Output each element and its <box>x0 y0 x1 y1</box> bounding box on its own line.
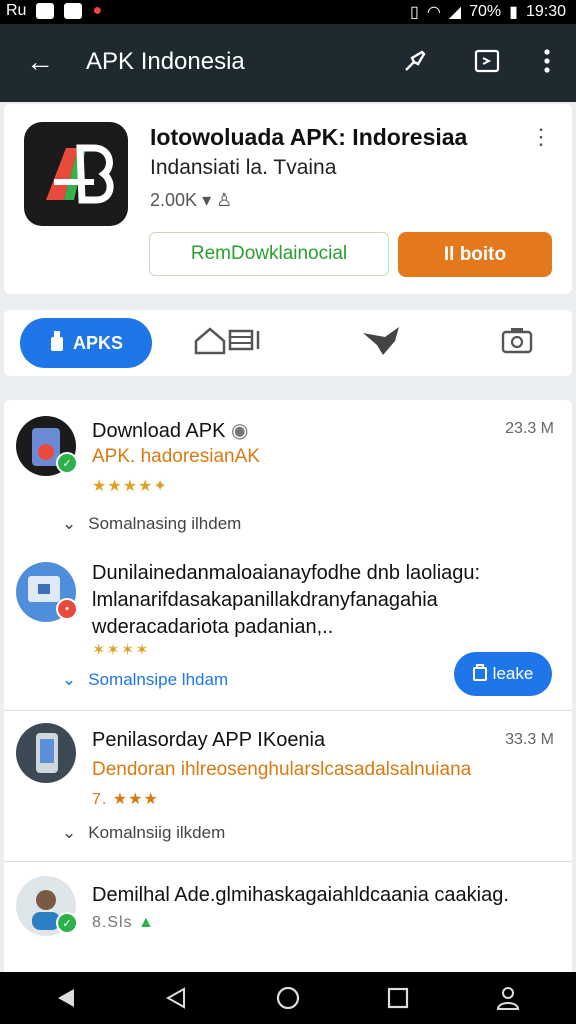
verified-icon: ✓ <box>56 452 78 474</box>
item-subtitle: APK. hadoresianAK <box>92 446 260 467</box>
file-size: 33.3 M <box>505 731 554 748</box>
rating: 8.Sls ▲ <box>92 914 155 932</box>
item-title: Penilasorday APP IKoenia <box>92 729 326 751</box>
info-icon: ◉ <box>230 420 249 442</box>
signal-icon: ◢ <box>448 4 462 21</box>
list-item[interactable]: ✓ Download APK ◉ 23.3 M APK. hadoresianA… <box>4 400 572 552</box>
share-icon[interactable] <box>400 46 430 76</box>
avatar: ✓ <box>16 416 78 476</box>
home-list-icon <box>192 323 262 363</box>
item-description: Dunilainedanmaloaianayfodhe dnb laoliagu… <box>92 560 480 641</box>
status-left-text: Ru <box>6 2 27 19</box>
avatar <box>16 723 76 783</box>
bottle-icon <box>49 330 65 357</box>
camera-icon <box>500 325 534 361</box>
item-title: Download APK <box>92 420 226 442</box>
tab-apks[interactable]: APKS <box>20 318 152 368</box>
status-bar: Ru ● ▯ ◠ ◢ 70% ▮ 19:30 <box>0 0 576 24</box>
list-item[interactable]: • Dunilainedanmaloaianayfodhe dnb laolia… <box>4 552 572 710</box>
app-meta: 2.00K ▾ ♙ <box>150 190 232 211</box>
expand-row[interactable]: ⌄ Somalnsipe lhdam <box>62 670 228 690</box>
app-header-card: Iotowoluada APK: Indoresiaa Indansiati l… <box>4 104 572 294</box>
thumbs-icon: ♙ <box>216 190 233 210</box>
download-count: 2.00K <box>150 190 198 210</box>
secondary-download-button[interactable]: RemDowklainocial <box>149 232 389 276</box>
bag-icon <box>472 663 487 686</box>
avatar: • <box>16 562 78 622</box>
dropdown-icon[interactable]: ▾ <box>202 190 216 210</box>
overflow-menu-icon[interactable] <box>532 46 562 76</box>
item-subtitle: Dendoran ihlreosenghularslcasadalsalnuia… <box>92 759 472 780</box>
expand-row[interactable]: ⌄ Somalnasing ilhdem <box>62 514 241 534</box>
badge-icon: • <box>56 598 78 620</box>
list-item[interactable]: ✓ Demilhal Ade.glmihaskagaiahldcaania ca… <box>4 862 572 980</box>
recents-icon[interactable] <box>384 984 412 1012</box>
expand-label: Komalnsiig ilkdem <box>88 823 226 842</box>
item-description-line: wderacadariota padanian,.. <box>92 616 334 638</box>
heart-icon: ● <box>92 2 103 19</box>
chevron-down-icon: ⌄ <box>62 514 77 533</box>
install-label: leake <box>492 664 534 683</box>
verified-icon: ✓ <box>56 912 78 934</box>
item-title: Demilhal Ade.glmihaskagaiahldcaania caak… <box>92 884 509 906</box>
clock: 19:30 <box>525 3 566 20</box>
back-icon[interactable] <box>52 984 80 1012</box>
app-name: Iotowoluada APK: Indoresiaa <box>150 124 468 150</box>
app-logo-icon <box>24 122 128 226</box>
battery-icon: ▮ <box>509 4 518 21</box>
rating-stars: ✶✶✶✶ <box>92 642 150 659</box>
rating: 7. ★★★ <box>92 791 159 808</box>
tab-games[interactable] <box>348 324 418 362</box>
category-tabs: APKS <box>4 310 572 376</box>
page-title: APK Indonesia <box>86 48 245 75</box>
battery-text: 70% <box>469 3 502 20</box>
thumb-icon: ▲ <box>138 914 155 931</box>
rating-text: 8.Sls <box>92 914 133 931</box>
chevron-down-icon: ⌄ <box>62 670 77 689</box>
more-options-icon[interactable]: ⋮ <box>530 124 552 150</box>
wifi-icon: ◠ <box>426 4 441 21</box>
back-outline-icon[interactable] <box>162 984 190 1012</box>
item-description-line: Dunilainedanmaloaianayfodhe dnb laoliagu… <box>92 562 481 584</box>
profile-icon[interactable] <box>494 984 522 1012</box>
bird-icon <box>359 323 407 363</box>
install-button[interactable]: leake <box>454 652 552 696</box>
avatar: ✓ <box>16 876 78 936</box>
cast-icon[interactable] <box>472 46 502 76</box>
back-arrow-icon[interactable]: ← <box>26 48 54 76</box>
tab-home[interactable] <box>192 324 262 362</box>
item-description-line: lmlanarifdasakapanillakdranyfanagahia <box>92 589 438 611</box>
tab-apks-label: APKS <box>72 332 123 353</box>
primary-download-button[interactable]: Il boito <box>398 232 552 277</box>
app-subtitle: Indansiati la. Tvaina <box>150 156 337 179</box>
item-title-row: Download APK ◉ <box>92 418 248 443</box>
vibrate-icon: ▯ <box>410 4 419 21</box>
home-icon[interactable] <box>274 984 302 1012</box>
notification-icon <box>36 3 55 19</box>
rating-stars: ★★★★✦ <box>92 478 168 495</box>
tab-camera[interactable] <box>482 324 552 362</box>
file-size: 23.3 M <box>505 420 554 437</box>
chevron-down-icon: ⌄ <box>62 823 77 842</box>
app-bar: ← APK Indonesia <box>0 24 576 102</box>
expand-row[interactable]: ⌄ Komalnsiig ilkdem <box>62 823 225 843</box>
app-list: ✓ Download APK ◉ 23.3 M APK. hadoresianA… <box>4 400 572 980</box>
expand-label: Somalnasing ilhdem <box>88 514 242 533</box>
list-item[interactable]: Penilasorday APP IKoenia 33.3 M Dendoran… <box>4 711 572 861</box>
system-nav-bar <box>0 972 576 1024</box>
notification-icon <box>64 3 83 19</box>
expand-label: Somalnsipe lhdam <box>88 670 229 689</box>
